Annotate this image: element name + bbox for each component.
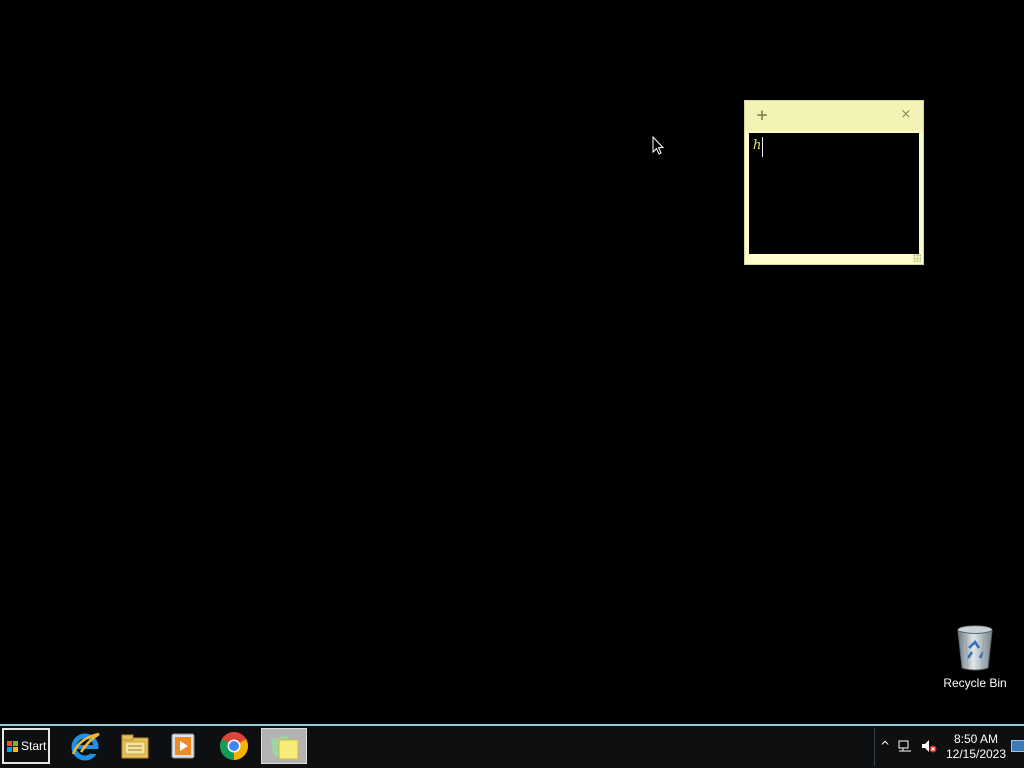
taskbar-file-explorer[interactable] [112,728,158,764]
taskbar-sticky-notes[interactable] [261,728,307,764]
show-hidden-icons-button[interactable]: ^ [877,738,893,754]
taskbar-internet-explorer[interactable] [62,728,108,764]
desktop: + × h Recycle Bin [0,0,1024,724]
recycle-bin-label: Recycle Bin [943,676,1007,690]
start-button[interactable]: Start [2,728,50,764]
chrome-icon [220,732,248,760]
mouse-cursor-icon [652,136,664,155]
new-note-button[interactable]: + [753,105,771,125]
file-explorer-icon [121,734,149,759]
taskbar-clock[interactable]: 8:50 AM 12/15/2023 [941,732,1011,762]
sticky-note-text: h [753,138,762,153]
system-tray: ^ 8:50 AM 12/15/2023 [874,728,1024,766]
start-label: Start [21,739,47,753]
volume-muted-icon[interactable] [921,738,937,754]
taskbar-media-player[interactable] [160,728,206,764]
taskbar: Start ^ 8:50 AM 12/15/2023 [0,724,1024,768]
sticky-note-text-area[interactable]: h [749,133,919,254]
internet-explorer-icon [71,732,100,761]
show-desktop-icon[interactable] [1011,740,1024,752]
windows-logo-icon [7,741,18,752]
sticky-notes-icon [270,735,299,760]
media-player-icon [171,733,195,759]
recycle-bin-shortcut[interactable]: Recycle Bin [938,624,1012,694]
close-note-button[interactable]: × [897,105,915,125]
text-caret [762,137,763,157]
clock-time: 8:50 AM [953,732,999,746]
clock-date: 12/15/2023 [945,747,1007,761]
sticky-note-titlebar[interactable]: + × [745,101,923,131]
sticky-note-window[interactable]: + × h [744,100,924,265]
recycle-bin-icon [957,625,993,671]
resize-grip-icon[interactable] [913,254,921,262]
network-icon[interactable] [897,738,913,754]
taskbar-chrome[interactable] [211,728,257,764]
